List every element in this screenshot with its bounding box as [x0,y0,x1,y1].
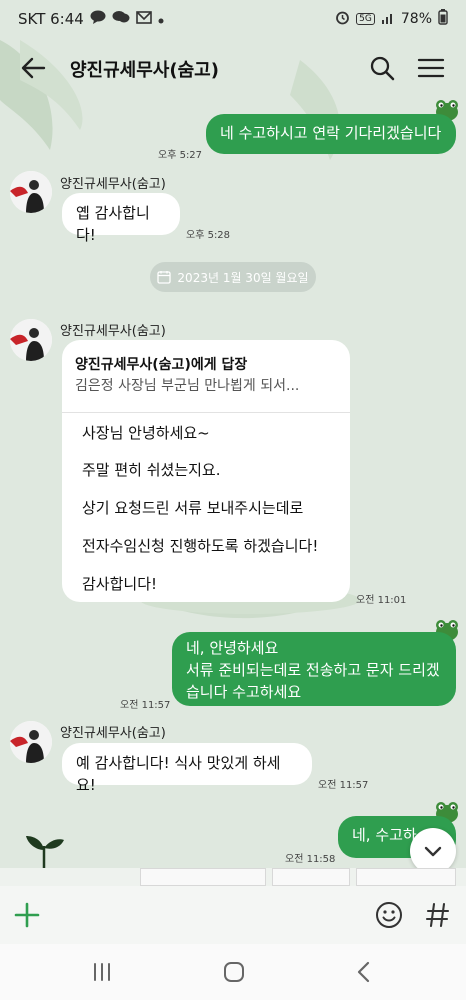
message-time: 오전 11:57 [318,780,369,791]
signal-icon [381,11,395,28]
sender-name: 양진규세무사(숨고) [60,726,166,741]
chat-bubble-icon [112,10,130,28]
sprout-decoration-icon [26,836,64,868]
nav-back-button[interactable] [350,958,378,986]
battery-icon [438,9,448,29]
message-text: 네 수고하시고 연락 기다리겠습니다 [220,124,442,142]
their-message-bubble[interactable]: 예 감사합니다! 식사 맛있게 하세요! [62,743,312,794]
message-line: 서류 준비되는데로 전송하고 문자 드리겠 [186,661,440,679]
avatar[interactable] [10,171,52,213]
message-line: 사장님 안녕하세요~ [82,424,210,442]
recent-apps-icon [94,963,110,981]
document-thumbnail[interactable] [356,868,456,886]
plus-icon [14,902,40,928]
message-line: 주말 편히 쉬셨는지요. [82,461,221,479]
system-navigation-bar [0,944,466,1000]
recent-apps-button[interactable] [88,958,116,986]
alarm-icon [335,10,350,29]
avatar[interactable] [10,319,52,361]
message-icon [90,10,106,28]
my-message-bubble[interactable]: 네, 안녕하세요 서류 준비되는데로 전송하고 문자 드리겠 습니다 수고하세요 [172,632,456,706]
avatar[interactable] [10,721,52,763]
message-line: 상기 요청드린 서류 보내주시는데로 [82,499,304,517]
reply-quote-header[interactable]: 양진규세무사(숨고)에게 답장 김은정 사장님 부군님 만나뵙게 되서... [62,340,350,413]
chat-title: 양진규세무사(숨고) [70,60,219,81]
document-thumbnail[interactable] [140,868,266,886]
message-time: 오전 11:58 [285,854,336,865]
sender-name: 양진규세무사(숨고) [60,324,166,339]
my-message-bubble[interactable]: 네 수고하시고 연락 기다리겠습니다 [206,114,456,154]
message-line: 네, 안녕하세요 [186,639,279,657]
message-line: 감사합니다! [82,575,158,593]
search-button[interactable] [366,52,398,84]
document-thumbnail[interactable] [272,868,350,886]
add-button[interactable] [12,900,42,930]
home-icon [224,962,244,982]
hamburger-menu-icon [417,58,445,78]
quoted-text: 김은정 사장님 부군님 만나뵙게 되서... [75,378,300,394]
media-thumbnail-strip[interactable] [0,868,466,886]
message-time: 오후 5:27 [158,150,203,161]
back-chevron-icon [357,961,370,983]
carrier-time: SKT 6:44 [18,10,84,28]
reply-message-bubble[interactable]: 양진규세무사(숨고)에게 답장 김은정 사장님 부군님 만나뵙게 되서... 사… [62,340,350,602]
date-text: 2023년 1월 30일 월요일 [177,270,309,285]
emoji-icon [376,902,402,928]
arrow-left-icon [21,57,46,79]
their-message-bubble[interactable]: 옙 감사합니다! [62,193,180,244]
message-input[interactable] [58,896,358,934]
date-separator: 2023년 1월 30일 월요일 [150,262,316,292]
status-right: 5G 78% [335,9,448,29]
battery-level: 78% [400,11,432,27]
mail-icon [136,10,152,28]
message-text: 네, 수고하 [352,826,417,844]
message-time: 오후 5:28 [186,230,231,241]
message-time: 오전 11:57 [120,700,171,711]
chevron-down-icon [424,846,442,857]
message-line: 전자수임신청 진행하도록 하겠습니다! [82,537,319,555]
dot-icon [158,10,164,28]
chat-header: 양진규세무사(숨고) [0,38,466,96]
calendar-icon [157,271,172,284]
reply-target: 양진규세무사(숨고)에게 답장 [75,357,248,373]
hashtag-icon [425,902,450,928]
home-button[interactable] [220,958,248,986]
status-left: SKT 6:44 [18,10,164,28]
message-time: 오전 11:01 [356,595,407,606]
back-button[interactable] [18,52,50,84]
emoji-button[interactable] [374,900,404,930]
hashtag-button[interactable] [424,900,452,930]
network-badge: 5G [356,13,375,25]
menu-button[interactable] [414,52,448,84]
sender-name: 양진규세무사(숨고) [60,177,166,192]
message-line: 습니다 수고하세요 [186,683,302,701]
search-icon [370,56,395,81]
message-input-bar [0,886,466,944]
status-bar: SKT 6:44 5G 78% [0,0,466,38]
